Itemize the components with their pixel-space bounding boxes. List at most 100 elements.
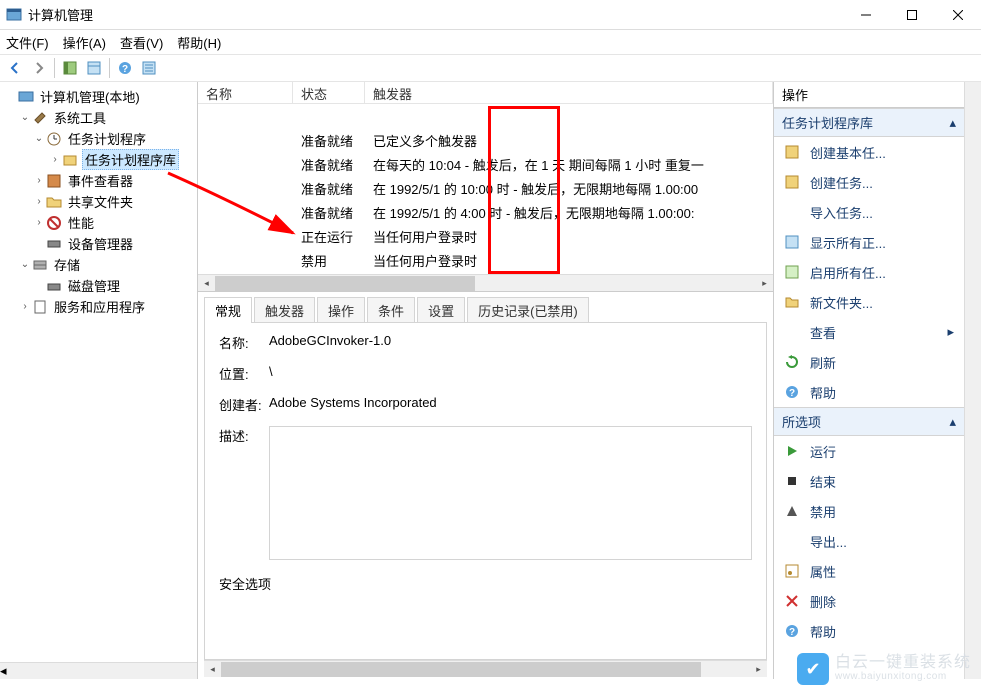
col-state[interactable]: 状态 xyxy=(293,82,365,103)
action-export[interactable]: 导出... xyxy=(774,526,964,556)
action-show-all-running[interactable]: 显示所有正... xyxy=(774,227,964,257)
library-icon xyxy=(62,152,78,168)
tree-device-manager[interactable]: 设备管理器 xyxy=(0,233,197,254)
tab-conditions[interactable]: 条件 xyxy=(367,297,415,323)
chevron-right-icon: ▸ xyxy=(947,324,954,340)
tab-general[interactable]: 常规 xyxy=(204,297,252,323)
delete-icon xyxy=(784,593,800,609)
action-enable-all-history[interactable]: 启用所有任... xyxy=(774,257,964,287)
table-row: ████████正在运行当任何用户登录时 xyxy=(198,224,773,248)
tree-event-viewer[interactable]: › 事件查看器 xyxy=(0,170,197,191)
desc-label: 描述: xyxy=(219,426,269,445)
actions-header: 操作 xyxy=(774,82,964,108)
col-trigger[interactable]: 触发器 xyxy=(365,82,773,103)
help-toolbar-button[interactable]: ? xyxy=(114,57,136,79)
disable-icon xyxy=(784,503,800,519)
performance-icon xyxy=(46,215,62,231)
watermark-text1: 白云一键重装系统 xyxy=(835,655,971,672)
watermark: ✔ 白云一键重装系统 www.baiyunxitong.com xyxy=(797,653,971,685)
action-import-task[interactable]: 导入任务... xyxy=(774,197,964,227)
watermark-icon: ✔ xyxy=(797,653,829,685)
tree-storage[interactable]: ⌄ 存储 xyxy=(0,254,197,275)
tree-task-library[interactable]: › 任务计划程序库 xyxy=(0,149,197,170)
location-value: \ xyxy=(269,364,752,379)
tree-disk-management[interactable]: 磁盘管理 xyxy=(0,275,197,296)
svg-text:?: ? xyxy=(122,64,128,75)
desc-box[interactable] xyxy=(269,426,752,560)
action-disable[interactable]: 禁用 xyxy=(774,496,964,526)
maximize-button[interactable] xyxy=(889,0,935,30)
tab-triggers[interactable]: 触发器 xyxy=(254,297,315,323)
menu-help[interactable]: 帮助(H) xyxy=(177,33,221,52)
security-label: 安全选项 xyxy=(219,574,271,593)
computer-icon xyxy=(18,89,34,105)
name-label: 名称: xyxy=(219,333,269,352)
menu-file[interactable]: 文件(F) xyxy=(6,33,49,52)
properties-icon xyxy=(784,563,800,579)
properties-button[interactable] xyxy=(83,57,105,79)
tab-actions[interactable]: 操作 xyxy=(317,297,365,323)
actions-pane: 操作 任务计划程序库▴ 创建基本任... 创建任务... 导入任务... 显示所… xyxy=(774,82,964,679)
location-label: 位置: xyxy=(219,364,269,383)
storage-icon xyxy=(32,257,48,273)
tree-root[interactable]: 计算机管理(本地) xyxy=(0,86,197,107)
menu-action[interactable]: 操作(A) xyxy=(63,33,106,52)
creator-value: Adobe Systems Incorporated xyxy=(269,395,752,410)
action-create-basic-task[interactable]: 创建基本任... xyxy=(774,137,964,167)
tab-settings[interactable]: 设置 xyxy=(417,297,465,323)
check-icon xyxy=(784,264,800,280)
play-icon xyxy=(784,443,800,459)
tree-shared-folders[interactable]: › 共享文件夹 xyxy=(0,191,197,212)
window-title: 计算机管理 xyxy=(28,5,843,24)
actions-group-selected[interactable]: 所选项▴ xyxy=(774,407,964,436)
list-body[interactable]: ████████ ████████准备就绪已定义多个触发器 ████████准备… xyxy=(198,104,773,274)
watermark-text2: www.baiyunxitong.com xyxy=(835,672,971,683)
view-list-button[interactable] xyxy=(138,57,160,79)
action-create-task[interactable]: 创建任务... xyxy=(774,167,964,197)
action-end[interactable]: 结束 xyxy=(774,466,964,496)
event-icon xyxy=(46,173,62,189)
actions-group-library[interactable]: 任务计划程序库▴ xyxy=(774,108,964,137)
action-help[interactable]: ?帮助 xyxy=(774,377,964,407)
tree-services-apps[interactable]: › 服务和应用程序 xyxy=(0,296,197,317)
forward-button[interactable] xyxy=(28,57,50,79)
task-icon xyxy=(784,174,800,190)
action-view[interactable]: 查看▸ xyxy=(774,317,964,347)
details-pane: 常规 触发器 操作 条件 设置 历史记录(已禁用) 名称:AdobeGCInvo… xyxy=(198,292,773,679)
minimize-button[interactable] xyxy=(843,0,889,30)
task-icon xyxy=(784,144,800,160)
name-value: AdobeGCInvoker-1.0 xyxy=(269,333,752,348)
actions-vertical-scrollbar[interactable] xyxy=(964,82,981,679)
stop-icon xyxy=(784,473,800,489)
device-icon xyxy=(46,236,62,252)
tree-system-tools[interactable]: ⌄ 系统工具 xyxy=(0,107,197,128)
menu-view[interactable]: 查看(V) xyxy=(120,33,163,52)
tree-performance[interactable]: › 性能 xyxy=(0,212,197,233)
table-row: ████████禁用当任何用户登录时 xyxy=(198,248,773,272)
table-row: ████████准备就绪在 1992/5/1 的 4:00 时 - 触发后，无限… xyxy=(198,200,773,224)
action-help-selected[interactable]: ?帮助 xyxy=(774,616,964,646)
list-header: 名称 状态 触发器 xyxy=(198,82,773,104)
tree-task-scheduler[interactable]: ⌄ 任务计划程序 xyxy=(0,128,197,149)
help-icon: ? xyxy=(784,384,800,400)
details-horizontal-scrollbar[interactable]: ◂ ▸ xyxy=(204,660,767,677)
action-properties[interactable]: 属性 xyxy=(774,556,964,586)
titlebar: 计算机管理 xyxy=(0,0,981,30)
svg-text:?: ? xyxy=(789,388,795,399)
action-refresh[interactable]: 刷新 xyxy=(774,347,964,377)
tree-horizontal-scrollbar[interactable]: ◂ ▸ xyxy=(0,662,198,679)
creator-label: 创建者: xyxy=(219,395,269,414)
tab-history[interactable]: 历史记录(已禁用) xyxy=(467,297,589,323)
show-hide-tree-button[interactable] xyxy=(59,57,81,79)
action-new-folder[interactable]: 新文件夹... xyxy=(774,287,964,317)
col-name[interactable]: 名称 xyxy=(198,82,293,103)
app-icon xyxy=(6,7,22,23)
back-button[interactable] xyxy=(4,57,26,79)
list-horizontal-scrollbar[interactable]: ◂ ▸ xyxy=(198,274,773,291)
action-run[interactable]: 运行 xyxy=(774,436,964,466)
close-button[interactable] xyxy=(935,0,981,30)
disk-icon xyxy=(46,278,62,294)
action-delete[interactable]: 删除 xyxy=(774,586,964,616)
help-icon: ? xyxy=(784,623,800,639)
collapse-icon: ▴ xyxy=(949,115,956,131)
